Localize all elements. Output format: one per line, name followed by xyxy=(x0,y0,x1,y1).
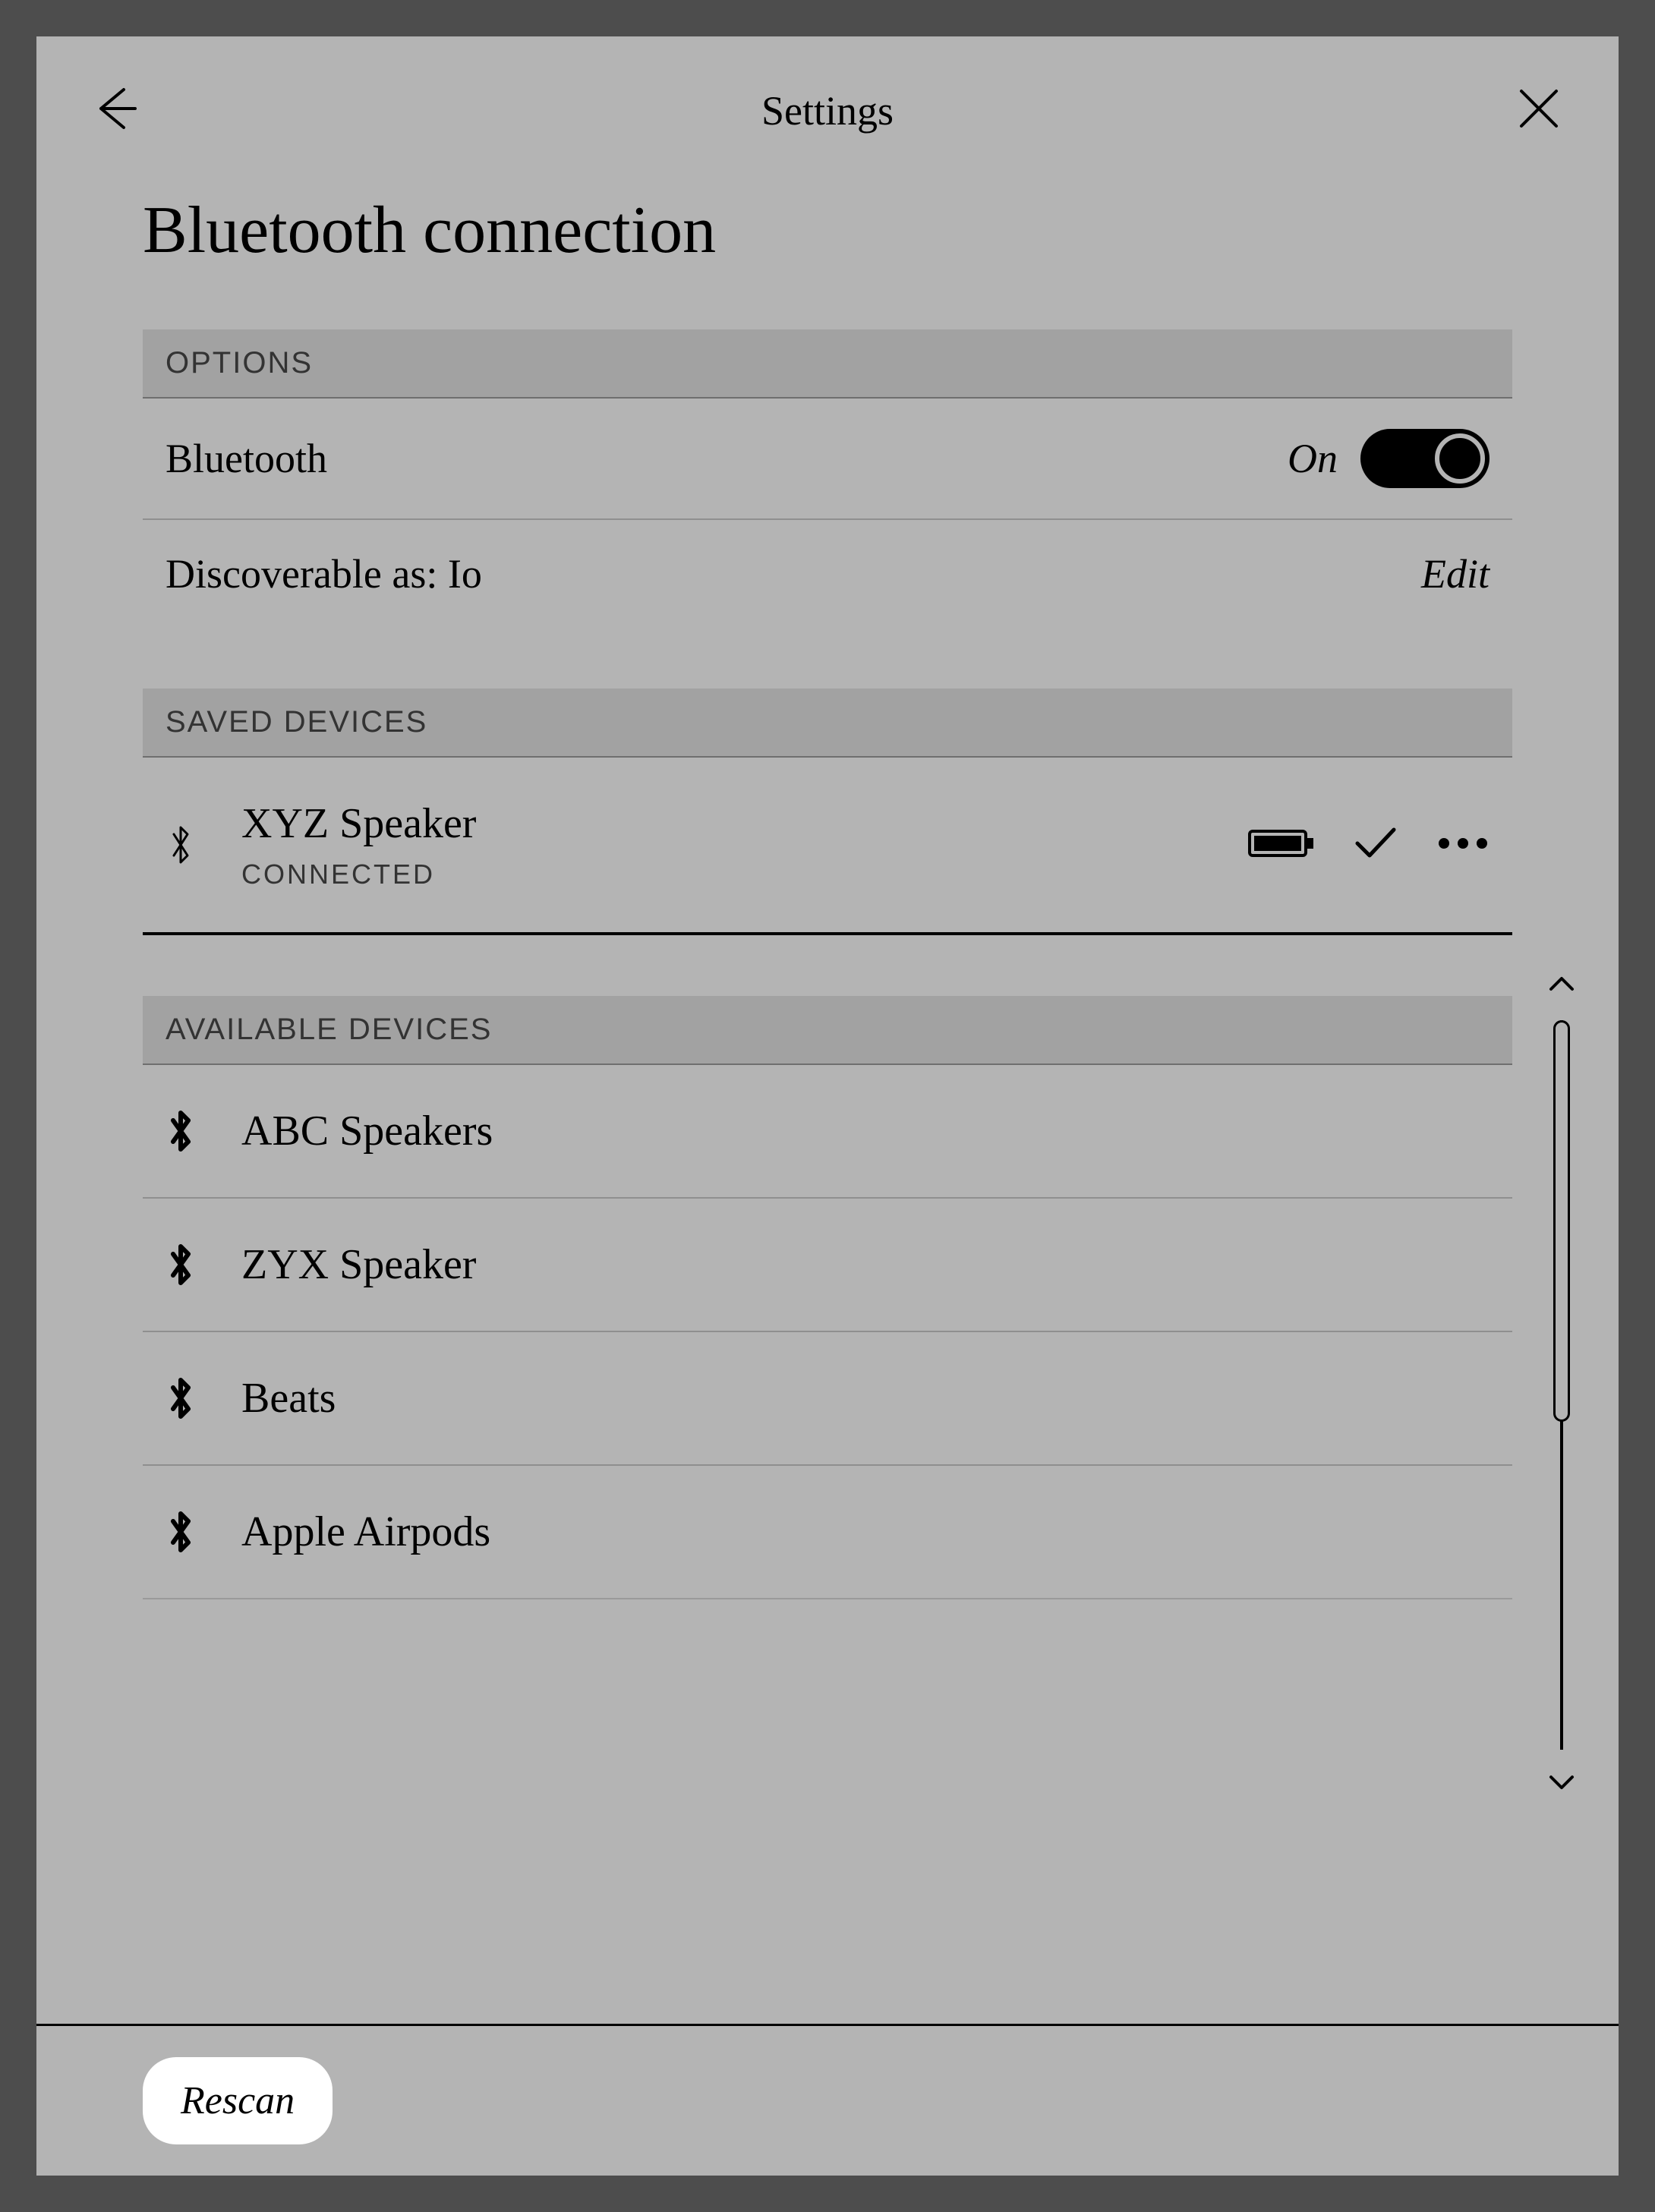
device-name: ZYX Speaker xyxy=(241,1240,476,1289)
bluetooth-icon xyxy=(166,823,196,867)
rescan-button[interactable]: Rescan xyxy=(143,2057,333,2144)
chevron-down-icon xyxy=(1546,1772,1577,1792)
screen-title: Settings xyxy=(761,88,894,134)
bluetooth-label: Bluetooth xyxy=(166,435,327,482)
saved-devices-section-header: SAVED DEVICES xyxy=(143,688,1512,758)
device-name: ABC Speakers xyxy=(241,1107,493,1155)
device-name: Apple Airpods xyxy=(241,1508,490,1556)
page-heading: Bluetooth connection xyxy=(143,192,1512,269)
bluetooth-icon xyxy=(166,1109,196,1153)
scrollbar[interactable] xyxy=(1543,974,1581,1796)
available-device-row[interactable]: ABC Speakers xyxy=(143,1065,1512,1199)
device-status: CONNECTED xyxy=(241,859,1203,890)
battery-icon xyxy=(1248,827,1315,864)
available-device-row[interactable]: Apple Airpods xyxy=(143,1466,1512,1599)
discoverable-row: Discoverable as: Io Edit xyxy=(143,520,1512,628)
more-options-button[interactable] xyxy=(1436,836,1490,855)
bluetooth-toggle[interactable] xyxy=(1360,429,1490,488)
scroll-track[interactable] xyxy=(1560,1020,1563,1750)
bluetooth-toggle-row: Bluetooth On xyxy=(143,399,1512,520)
bluetooth-icon xyxy=(166,1243,196,1287)
content-area: Bluetooth connection OPTIONS Bluetooth O… xyxy=(36,169,1619,2024)
scroll-thumb[interactable] xyxy=(1553,1020,1570,1422)
discoverable-label: Discoverable as: Io xyxy=(166,550,482,597)
title-bar: Settings xyxy=(36,36,1619,169)
device-name: Beats xyxy=(241,1374,336,1423)
toggle-knob xyxy=(1435,433,1485,484)
available-devices-section-header: AVAILABLE DEVICES xyxy=(143,996,1512,1065)
checkmark-icon xyxy=(1353,825,1398,865)
device-name: XYZ Speaker xyxy=(241,799,1203,848)
back-button[interactable] xyxy=(90,82,143,139)
scroll-up-button[interactable] xyxy=(1546,974,1577,997)
bluetooth-state-text: On xyxy=(1288,435,1338,482)
available-device-row[interactable]: Beats xyxy=(143,1332,1512,1466)
chevron-up-icon xyxy=(1546,974,1577,994)
settings-window: Settings Bluetooth connection OPTIONS Bl… xyxy=(36,36,1619,2176)
available-device-row[interactable]: ZYX Speaker xyxy=(143,1199,1512,1332)
bluetooth-icon xyxy=(166,1376,196,1420)
footer-bar: Rescan xyxy=(36,2024,1619,2176)
close-button[interactable] xyxy=(1512,82,1565,139)
bluetooth-icon xyxy=(166,1510,196,1554)
back-arrow-icon xyxy=(90,82,143,135)
close-icon xyxy=(1512,82,1565,135)
more-icon xyxy=(1436,836,1490,851)
options-section-header: OPTIONS xyxy=(143,329,1512,399)
scroll-down-button[interactable] xyxy=(1546,1772,1577,1796)
edit-discoverable-button[interactable]: Edit xyxy=(1421,550,1490,597)
saved-device-row[interactable]: XYZ Speaker CONNECTED xyxy=(143,758,1512,935)
